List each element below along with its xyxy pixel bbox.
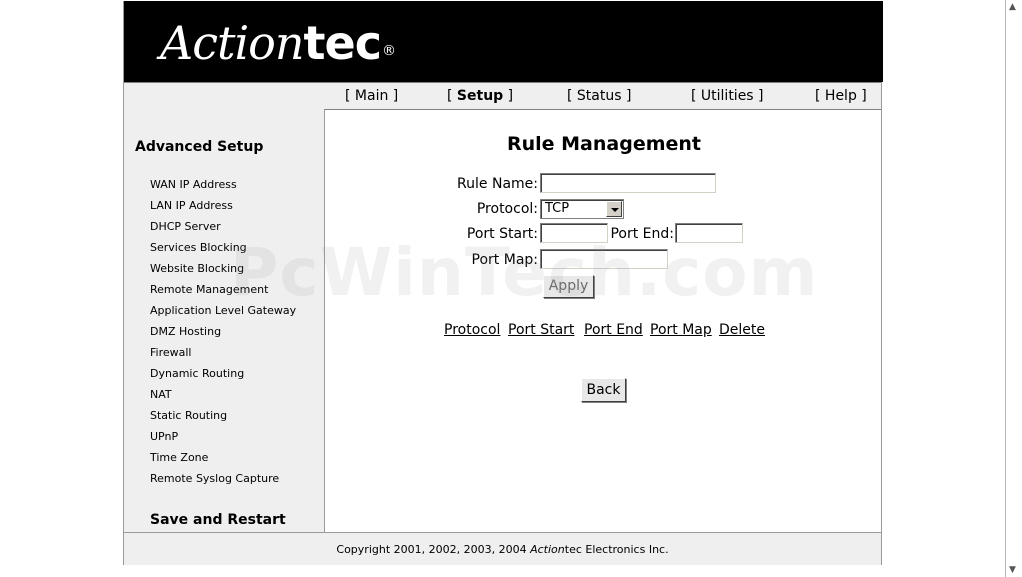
- column-port-end-link[interactable]: Port End: [584, 322, 643, 338]
- port-map-input[interactable]: [540, 249, 668, 269]
- port-start-label: Port Start:: [466, 226, 538, 242]
- sidebar-item-application-level-gateway[interactable]: Application Level Gateway: [150, 300, 296, 321]
- scroll-down-arrow-icon[interactable]: ▼: [1009, 565, 1019, 575]
- scroll-up-arrow-icon[interactable]: ▲: [1009, 2, 1019, 12]
- rule-name-label: Rule Name:: [457, 176, 538, 192]
- sidebar-item-dynamic-routing[interactable]: Dynamic Routing: [150, 363, 296, 384]
- rule-name-input[interactable]: [540, 173, 716, 193]
- port-map-label: Port Map:: [471, 252, 538, 268]
- port-end-label: Port End:: [610, 226, 674, 242]
- protocol-selected-value: TCP: [545, 201, 570, 216]
- top-nav-bar: [ Main ] [ Setup ] [ Status ] [ Utilitie…: [124, 82, 881, 110]
- router-admin-frame: Actiontec® [ Main ] [ Setup ] [ Status ]…: [123, 1, 883, 565]
- sidebar-item-static-routing[interactable]: Static Routing: [150, 405, 296, 426]
- sidebar: Advanced Setup WAN IP Address LAN IP Add…: [124, 109, 325, 533]
- protocol-label: Protocol:: [476, 201, 538, 217]
- sidebar-item-remote-management[interactable]: Remote Management: [150, 279, 296, 300]
- sidebar-item-lan-ip-address[interactable]: LAN IP Address: [150, 195, 296, 216]
- sidebar-item-website-blocking[interactable]: Website Blocking: [150, 258, 296, 279]
- window-scrollbar-track[interactable]: [1005, 0, 1006, 577]
- column-protocol-link[interactable]: Protocol: [444, 322, 500, 338]
- sidebar-item-time-zone[interactable]: Time Zone: [150, 447, 296, 468]
- sidebar-item-dmz-hosting[interactable]: DMZ Hosting: [150, 321, 296, 342]
- sidebar-title: Advanced Setup: [135, 139, 264, 155]
- page-title: Rule Management: [506, 133, 702, 155]
- sidebar-item-dhcp-server[interactable]: DHCP Server: [150, 216, 296, 237]
- protocol-select[interactable]: TCP: [540, 199, 624, 219]
- footer-copyright: Copyright 2001, 2002, 2003, 2004 Actiont…: [124, 532, 881, 565]
- actiontec-logo: Actiontec®: [160, 16, 396, 70]
- sidebar-item-upnp[interactable]: UPnP: [150, 426, 296, 447]
- nav-help[interactable]: [ Help ]: [815, 88, 867, 104]
- sidebar-item-nat[interactable]: NAT: [150, 384, 296, 405]
- nav-main[interactable]: [ Main ]: [345, 88, 398, 104]
- sidebar-item-remote-syslog-capture[interactable]: Remote Syslog Capture: [150, 468, 296, 489]
- port-start-input[interactable]: [540, 223, 608, 243]
- nav-utilities[interactable]: [ Utilities ]: [691, 88, 764, 104]
- dropdown-arrow-icon[interactable]: [606, 201, 622, 217]
- nav-setup[interactable]: [ Setup ]: [447, 88, 513, 104]
- port-end-input[interactable]: [675, 223, 743, 243]
- column-port-start-link[interactable]: Port Start: [508, 322, 574, 338]
- column-delete-link[interactable]: Delete: [719, 322, 765, 338]
- column-port-map-link[interactable]: Port Map: [650, 322, 712, 338]
- sidebar-menu: WAN IP Address LAN IP Address DHCP Serve…: [150, 174, 296, 489]
- sidebar-item-services-blocking[interactable]: Services Blocking: [150, 237, 296, 258]
- main-content: Rule Management Rule Name: Protocol: TCP…: [326, 109, 882, 532]
- back-button[interactable]: Back: [581, 378, 626, 402]
- sidebar-item-firewall[interactable]: Firewall: [150, 342, 296, 363]
- nav-status[interactable]: [ Status ]: [567, 88, 631, 104]
- header-banner: Actiontec®: [124, 1, 883, 82]
- save-and-restart-link[interactable]: Save and Restart: [150, 512, 286, 528]
- sidebar-item-wan-ip-address[interactable]: WAN IP Address: [150, 174, 296, 195]
- apply-button[interactable]: Apply: [543, 275, 594, 298]
